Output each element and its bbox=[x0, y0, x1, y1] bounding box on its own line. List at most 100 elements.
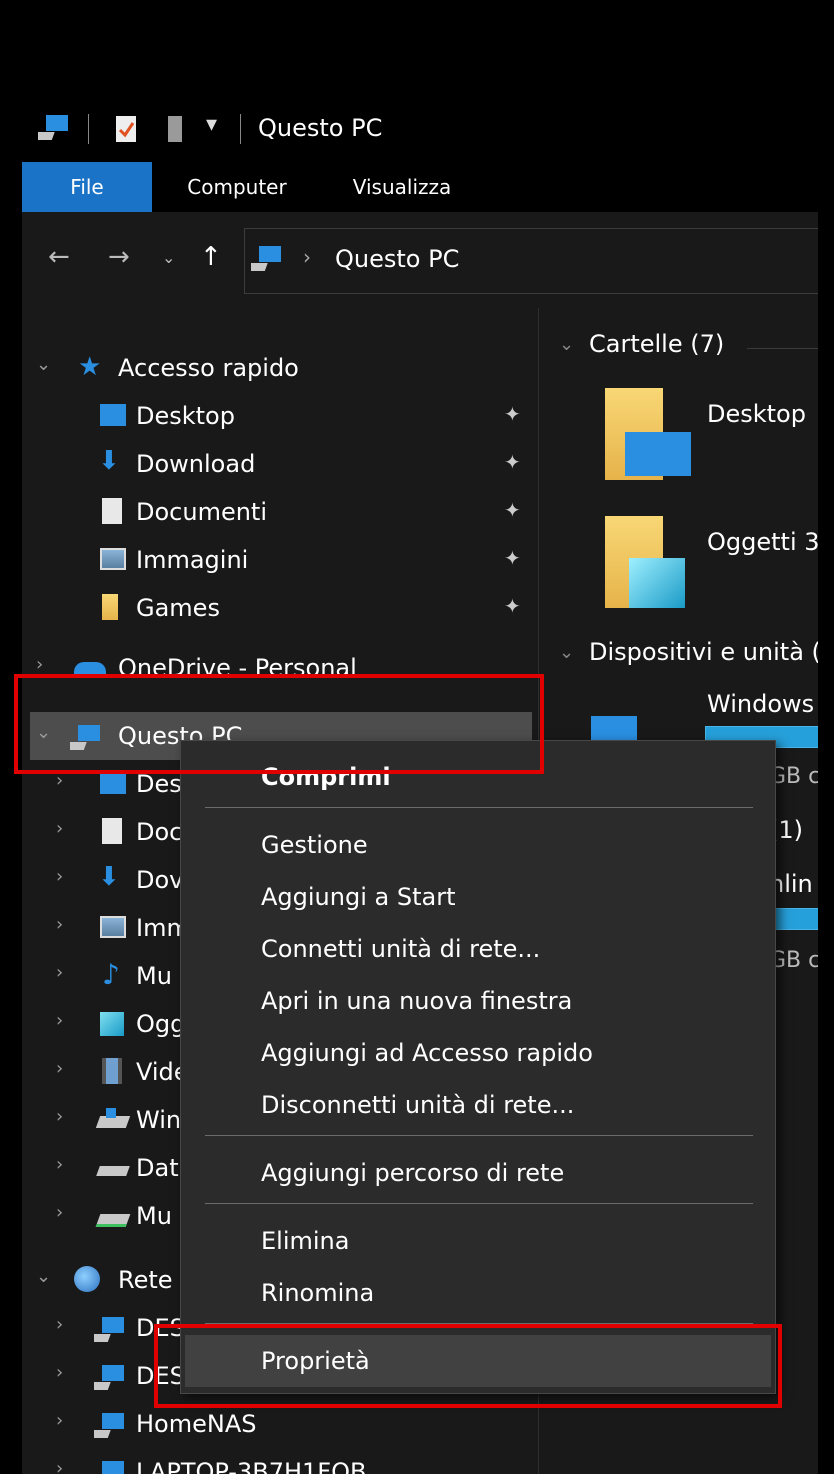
desktop-icon bbox=[625, 432, 691, 476]
menu-separator bbox=[205, 807, 753, 808]
windows-logo-icon bbox=[106, 1108, 116, 1118]
chevron-right-icon[interactable]: › bbox=[56, 866, 63, 887]
nav-label: LAPTOP-3B7H1FOB bbox=[136, 1458, 367, 1474]
menu-item-apri-in-nuova-finestra[interactable]: Apri in una nuova finestra bbox=[181, 975, 775, 1027]
pin-icon[interactable]: ✦ bbox=[504, 546, 521, 570]
nav-label: Dov bbox=[136, 866, 184, 894]
highlight-box-questo-pc bbox=[14, 674, 544, 774]
nav-quick-desktop[interactable]: Desktop ✦ bbox=[22, 392, 538, 440]
download-arrow-icon: ⬇ bbox=[98, 862, 120, 892]
tab-file[interactable]: File bbox=[22, 162, 152, 212]
menu-item-rinomina[interactable]: Rinomina bbox=[181, 1267, 775, 1319]
chevron-right-icon[interactable]: › bbox=[56, 818, 63, 839]
menu-item-elimina[interactable]: Elimina bbox=[181, 1215, 775, 1267]
nav-label: Desktop bbox=[136, 402, 235, 430]
nav-label: Accesso rapido bbox=[118, 354, 299, 382]
menu-item-label: Apri in una nuova finestra bbox=[261, 987, 573, 1015]
chevron-right-icon[interactable]: › bbox=[56, 1362, 63, 1383]
forward-arrow-icon[interactable]: → bbox=[108, 242, 130, 272]
chevron-right-icon[interactable]: › bbox=[56, 1458, 63, 1474]
music-note-icon: ♪ bbox=[102, 958, 120, 991]
star-icon: ★ bbox=[78, 352, 102, 382]
chevron-right-icon[interactable]: › bbox=[56, 1058, 63, 1079]
nav-label: Mu bbox=[136, 962, 172, 990]
chevron-right-icon[interactable]: › bbox=[56, 1106, 63, 1127]
drive-label[interactable]: Windows bbox=[707, 690, 814, 718]
nav-quick-games[interactable]: Games ✦ bbox=[22, 584, 538, 632]
pin-icon[interactable]: ✦ bbox=[504, 450, 521, 474]
computer-icon bbox=[94, 1413, 124, 1438]
menu-item-label: Gestione bbox=[261, 831, 368, 859]
chevron-right-icon[interactable]: › bbox=[56, 962, 63, 983]
chevron-down-icon[interactable]: ⌄ bbox=[559, 642, 574, 663]
network-globe-icon bbox=[74, 1266, 100, 1292]
drive-free-space: GB c bbox=[769, 764, 818, 789]
chevron-down-icon[interactable]: ⌄ bbox=[559, 334, 574, 355]
recent-locations-chevron-icon[interactable]: ⌄ bbox=[162, 248, 175, 267]
nav-quick-documenti[interactable]: Documenti ✦ bbox=[22, 488, 538, 536]
menu-item-disconnetti-unita-di-rete[interactable]: Disconnetti unità di rete... bbox=[181, 1079, 775, 1131]
pin-icon[interactable]: ✦ bbox=[504, 594, 521, 618]
chevron-right-icon[interactable]: › bbox=[56, 914, 63, 935]
title-bar: ▾ Questo PC bbox=[22, 92, 818, 162]
chevron-right-icon[interactable]: › bbox=[56, 1410, 63, 1431]
folder-label[interactable]: Desktop bbox=[707, 400, 806, 428]
computer-icon bbox=[94, 1365, 124, 1390]
chevron-right-icon[interactable]: › bbox=[56, 1202, 63, 1223]
folder-label[interactable]: Oggetti 3 bbox=[707, 528, 818, 556]
chevron-right-icon[interactable]: › bbox=[56, 1154, 63, 1175]
nav-label: Documenti bbox=[136, 498, 268, 526]
menu-separator bbox=[205, 1203, 753, 1204]
desktop-icon bbox=[100, 772, 126, 794]
menu-item-label: Aggiungi ad Accesso rapido bbox=[261, 1039, 593, 1067]
highlight-box-proprieta bbox=[154, 1324, 782, 1408]
devices-group-header[interactable]: Dispositivi e unità ( bbox=[589, 638, 818, 666]
chevron-right-icon[interactable]: › bbox=[56, 1010, 63, 1031]
chevron-right-icon[interactable]: › bbox=[56, 1314, 63, 1335]
document-icon bbox=[102, 498, 122, 524]
menu-item-connetti-unita-di-rete[interactable]: Connetti unità di rete... bbox=[181, 923, 775, 975]
chevron-right-icon[interactable]: › bbox=[36, 654, 43, 675]
menu-item-label: Rinomina bbox=[261, 1279, 375, 1307]
customize-toolbar-icon[interactable]: ▾ bbox=[206, 112, 217, 137]
tab-computer[interactable]: Computer bbox=[172, 162, 302, 212]
menu-item-label: Elimina bbox=[261, 1227, 350, 1255]
nav-quick-immagini[interactable]: Immagini ✦ bbox=[22, 536, 538, 584]
navigation-bar: ← → ⌄ ↑ › Questo PC bbox=[22, 212, 818, 308]
folder-icon bbox=[102, 594, 118, 620]
chevron-down-icon[interactable]: ⌄ bbox=[36, 354, 51, 375]
properties-quick-icon[interactable] bbox=[114, 114, 140, 144]
tab-visualizza[interactable]: Visualizza bbox=[342, 162, 462, 212]
menu-item-label: Disconnetti unità di rete... bbox=[261, 1091, 575, 1119]
drive-icon bbox=[96, 1166, 130, 1176]
network-drive-icon bbox=[95, 1214, 131, 1227]
nav-quick-access[interactable]: ⌄ ★ Accesso rapido bbox=[22, 344, 538, 392]
pictures-icon bbox=[100, 916, 126, 938]
up-arrow-icon[interactable]: ↑ bbox=[200, 242, 222, 272]
title-separator bbox=[240, 114, 241, 144]
new-folder-quick-icon[interactable] bbox=[164, 114, 186, 144]
nav-net-laptop[interactable]: › LAPTOP-3B7H1FOB bbox=[22, 1448, 538, 1474]
video-film-icon bbox=[102, 1058, 122, 1084]
this-pc-icon bbox=[251, 246, 281, 271]
pin-icon[interactable]: ✦ bbox=[504, 498, 521, 522]
menu-item-aggiungi-percorso-di-rete[interactable]: Aggiungi percorso di rete bbox=[181, 1147, 775, 1199]
breadcrumb-separator[interactable]: › bbox=[303, 245, 311, 269]
folders-group-header[interactable]: Cartelle (7) bbox=[589, 330, 724, 358]
desktop-icon bbox=[100, 404, 126, 426]
cube-3d-icon bbox=[629, 558, 685, 608]
menu-item-aggiungi-a-start[interactable]: Aggiungi a Start bbox=[181, 871, 775, 923]
folder-tile-desktop[interactable] bbox=[605, 388, 691, 484]
pin-icon[interactable]: ✦ bbox=[504, 402, 521, 426]
window-title: Questo PC bbox=[258, 114, 383, 142]
ribbon-tabs: File Computer Visualizza bbox=[22, 162, 818, 212]
nav-label: HomeNAS bbox=[136, 1410, 257, 1438]
menu-item-aggiungi-ad-accesso-rapido[interactable]: Aggiungi ad Accesso rapido bbox=[181, 1027, 775, 1079]
address-bar[interactable]: › Questo PC bbox=[244, 228, 818, 294]
folder-tile-oggetti-3d[interactable] bbox=[605, 516, 691, 612]
chevron-down-icon[interactable]: ⌄ bbox=[36, 1266, 51, 1287]
nav-quick-download[interactable]: ⬇ Download ✦ bbox=[22, 440, 538, 488]
menu-item-gestione[interactable]: Gestione bbox=[181, 819, 775, 871]
back-arrow-icon[interactable]: ← bbox=[48, 242, 70, 272]
breadcrumb-questo-pc[interactable]: Questo PC bbox=[335, 245, 459, 273]
